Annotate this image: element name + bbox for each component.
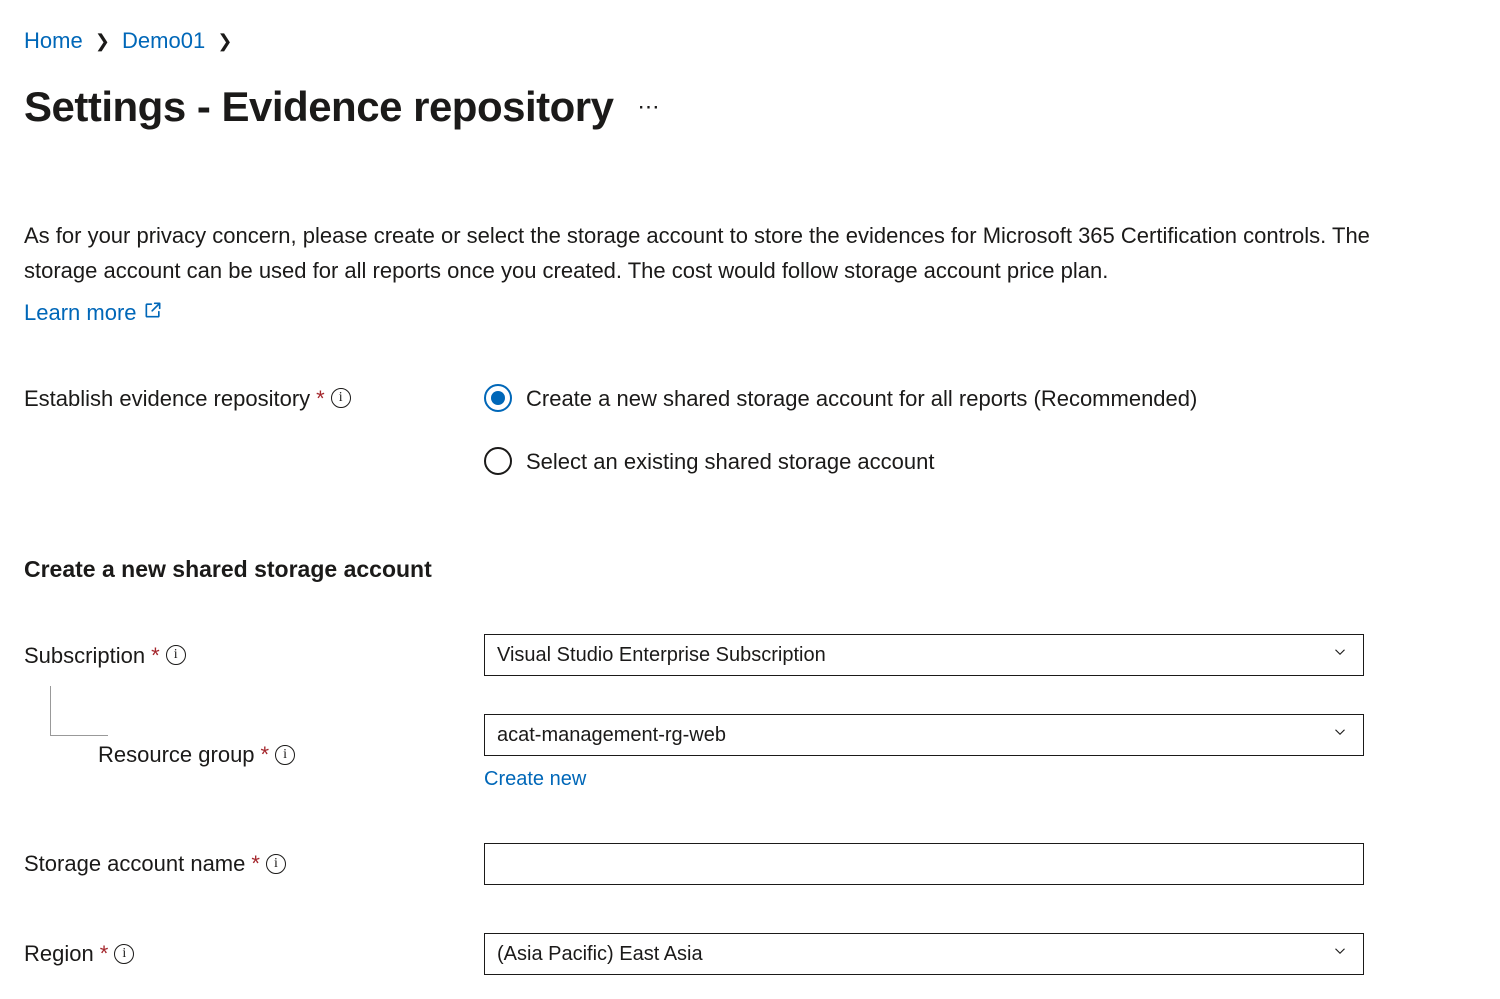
learn-more-link[interactable]: Learn more [24,296,163,329]
radio-create-new[interactable]: Create a new shared storage account for … [484,382,1476,415]
breadcrumb: Home ❯ Demo01 ❯ [24,24,1476,57]
chevron-right-icon: ❯ [217,28,232,55]
info-icon[interactable]: i [166,645,186,665]
info-icon[interactable]: i [331,388,351,408]
resource-group-select[interactable]: acat-management-rg-web [484,714,1364,756]
info-icon[interactable]: i [275,745,295,765]
required-indicator: * [261,738,270,771]
storage-name-label: Storage account name [24,847,245,880]
required-indicator: * [251,847,260,880]
more-actions-button[interactable]: ⋯ [638,90,662,123]
create-new-rg-link[interactable]: Create new [484,764,586,794]
radio-icon [484,447,512,475]
region-label: Region [24,937,94,970]
establish-label: Establish evidence repository [24,382,310,415]
required-indicator: * [151,639,160,672]
radio-select-existing[interactable]: Select an existing shared storage accoun… [484,445,1476,478]
required-indicator: * [316,382,325,415]
region-value: (Asia Pacific) East Asia [497,939,703,969]
chevron-down-icon [1331,640,1349,670]
info-icon[interactable]: i [114,944,134,964]
storage-name-input[interactable] [484,843,1364,885]
learn-more-label: Learn more [24,296,137,329]
chevron-right-icon: ❯ [95,28,110,55]
breadcrumb-demo01[interactable]: Demo01 [122,28,205,53]
breadcrumb-home[interactable]: Home [24,28,83,53]
subscription-label: Subscription [24,639,145,672]
section-create-new: Create a new shared storage account [24,552,1476,587]
subscription-value: Visual Studio Enterprise Subscription [497,640,826,670]
radio-icon [484,384,512,412]
page-title: Settings - Evidence repository [24,75,614,138]
resource-group-label: Resource group [98,738,255,771]
chevron-down-icon [1331,939,1349,969]
subscription-select[interactable]: Visual Studio Enterprise Subscription [484,634,1364,676]
region-select[interactable]: (Asia Pacific) East Asia [484,933,1364,975]
intro-text: As for your privacy concern, please crea… [24,218,1374,288]
external-link-icon [143,296,163,329]
required-indicator: * [100,937,109,970]
tree-connector [50,686,108,736]
info-icon[interactable]: i [266,854,286,874]
radio-select-label: Select an existing shared storage accoun… [526,445,934,478]
chevron-down-icon [1331,720,1349,750]
radio-create-label: Create a new shared storage account for … [526,382,1197,415]
resource-group-value: acat-management-rg-web [497,720,726,750]
